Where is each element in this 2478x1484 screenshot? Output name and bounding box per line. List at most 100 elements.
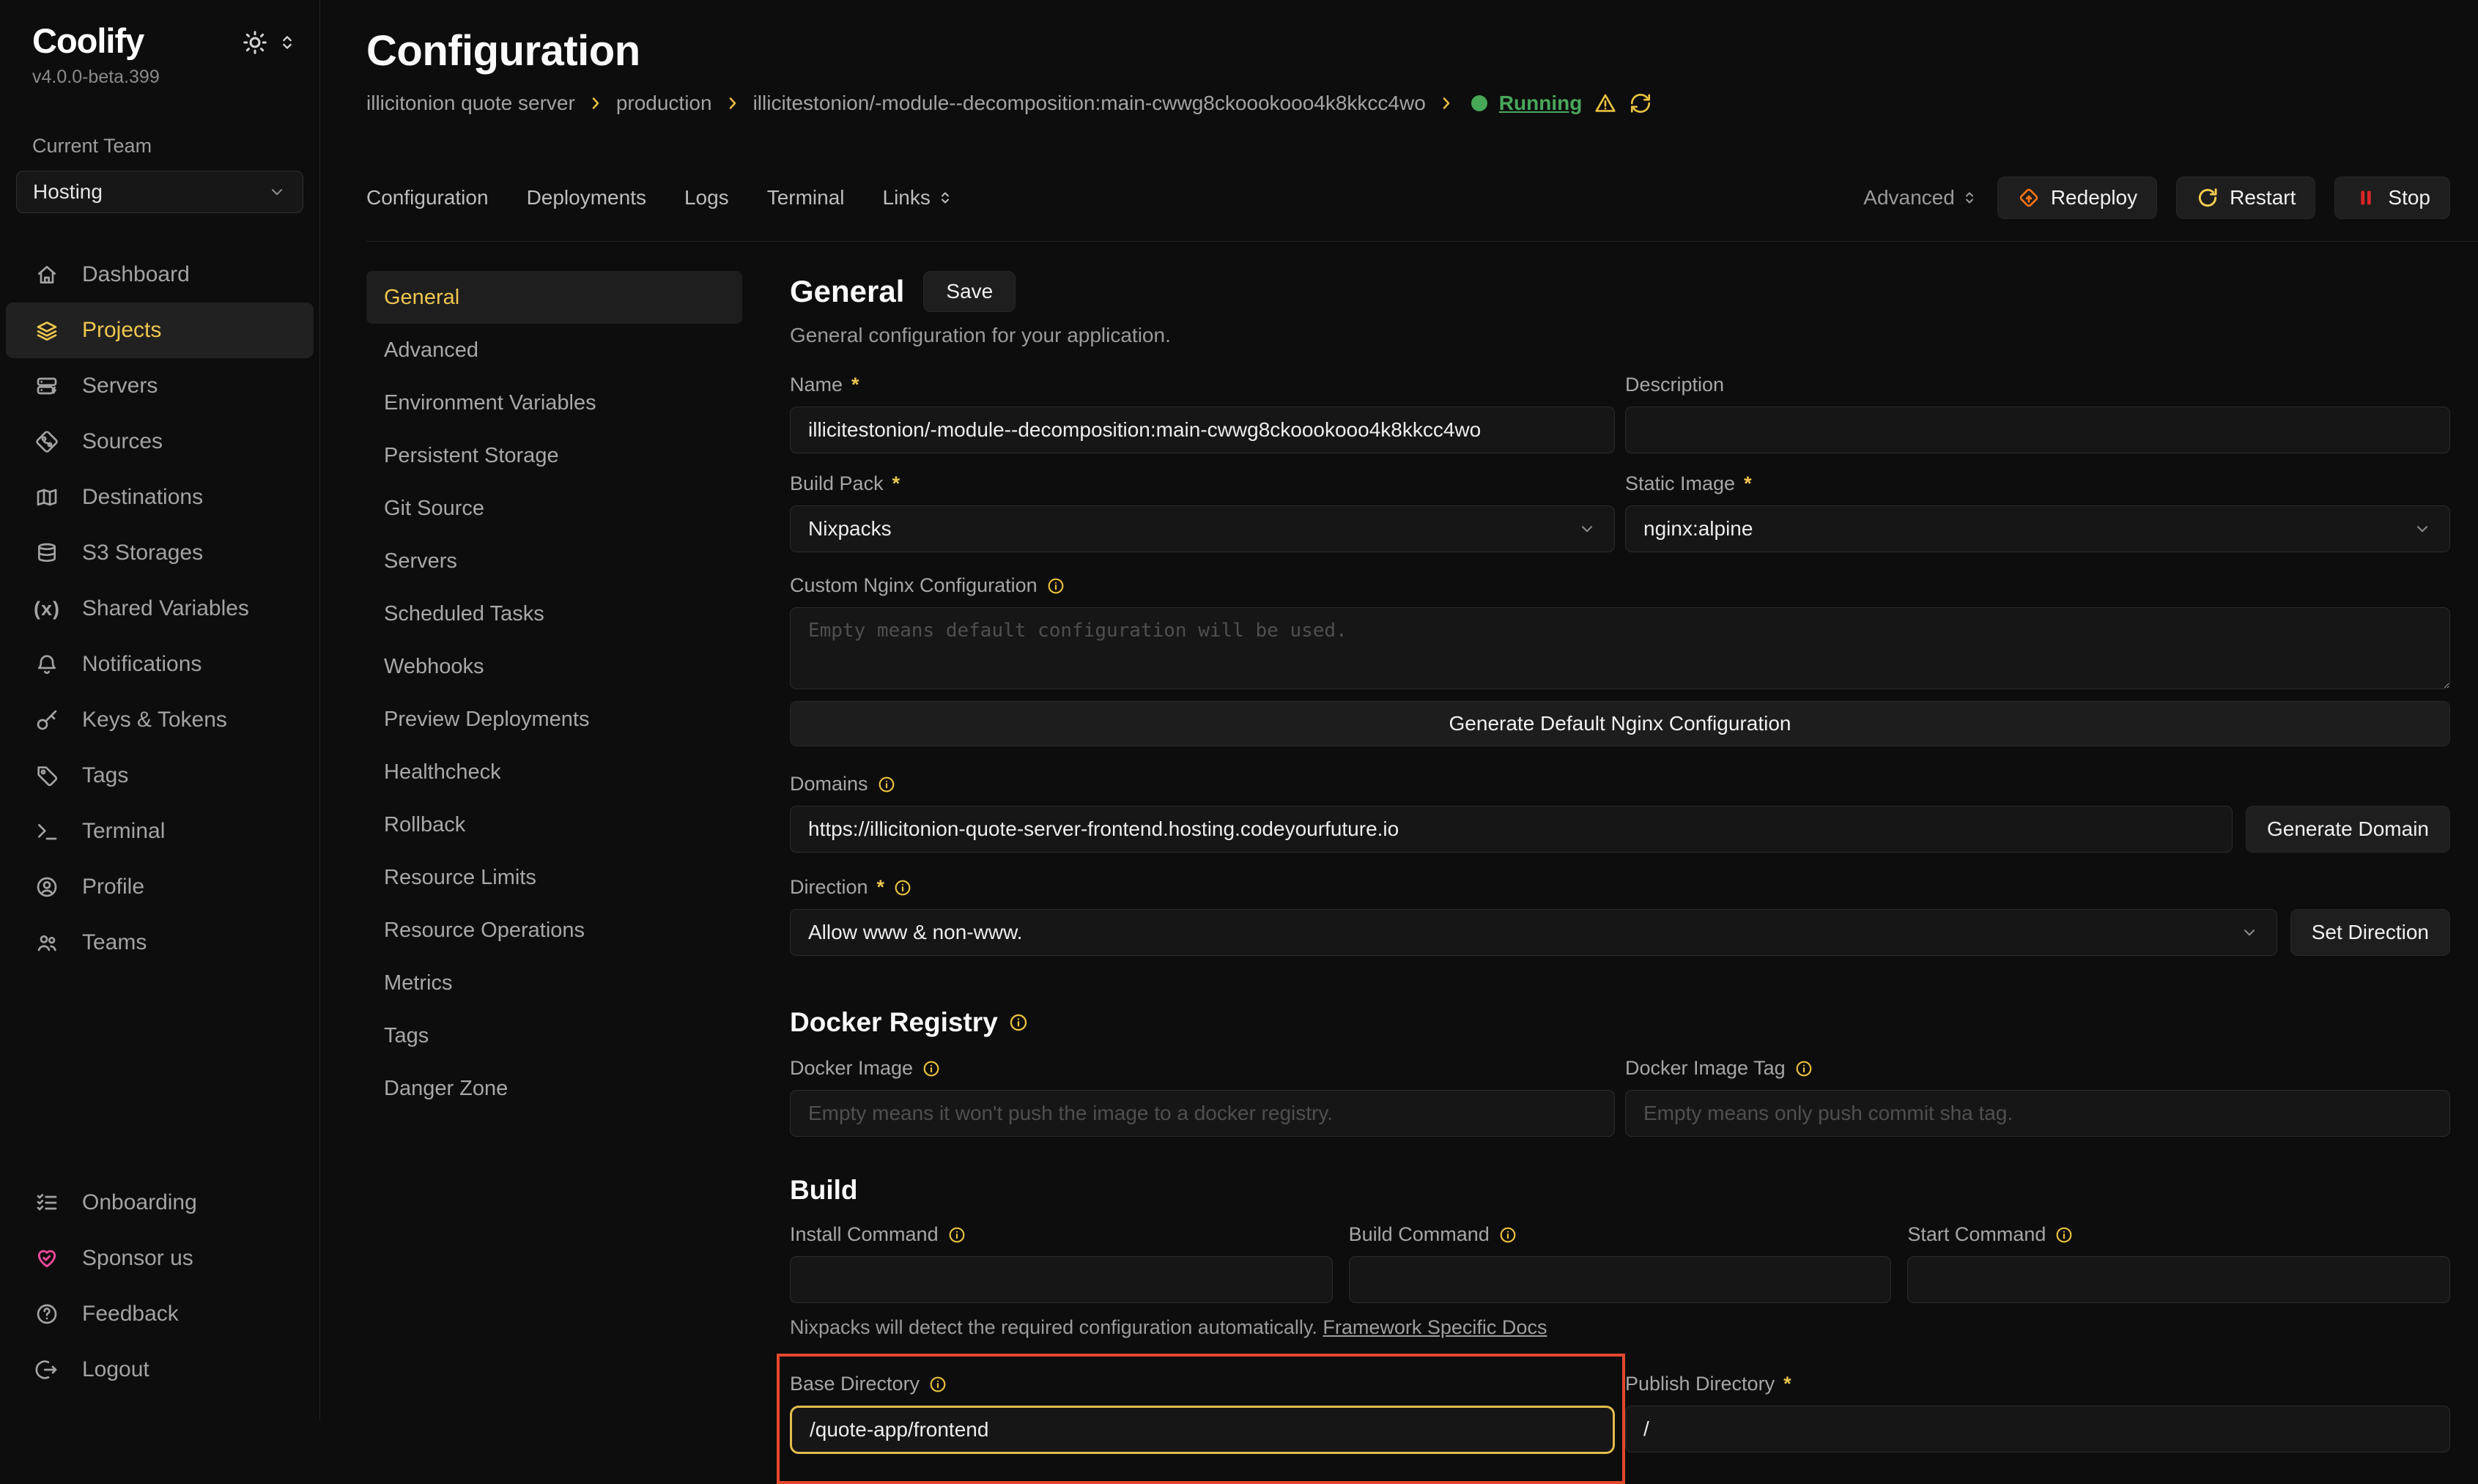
generate-nginx-button[interactable]: Generate Default Nginx Configuration [790, 701, 2450, 746]
info-icon[interactable] [877, 775, 896, 794]
subnav-item-resource-operations[interactable]: Resource Operations [366, 904, 742, 957]
subnav-item-rollback[interactable]: Rollback [366, 798, 742, 851]
required-marker: * [1783, 1373, 1791, 1395]
users-icon [32, 931, 62, 954]
sidebar-item-sponsor-us[interactable]: Sponsor us [0, 1231, 319, 1286]
static-image-select[interactable]: nginx:alpine [1625, 505, 2450, 552]
docker-image-tag-input[interactable] [1625, 1090, 2450, 1137]
git-source-icon [32, 430, 62, 453]
save-button[interactable]: Save [923, 271, 1016, 312]
sidebar-item-terminal[interactable]: Terminal [0, 804, 319, 859]
sidebar-nav: Dashboard Projects Servers Sources Desti… [0, 247, 319, 971]
breadcrumb-project[interactable]: illicitonion quote server [366, 92, 575, 115]
status-running-link[interactable]: Running [1499, 92, 1583, 115]
info-icon[interactable] [893, 878, 912, 897]
sidebar-item-destinations[interactable]: Destinations [0, 470, 319, 525]
subnav-item-webhooks[interactable]: Webhooks [366, 640, 742, 693]
sidebar-item-shared-variables[interactable]: (x) Shared Variables [0, 581, 319, 637]
subnav-item-general[interactable]: General [366, 271, 742, 324]
install-command-input[interactable] [790, 1256, 1333, 1303]
info-icon[interactable] [1008, 1012, 1029, 1033]
start-command-input[interactable] [1907, 1256, 2450, 1303]
sidebar-item-label: Feedback [82, 1302, 179, 1327]
help-circle-icon [32, 1302, 62, 1326]
tab-actions: Advanced Redeploy Restart Stop [1863, 177, 2450, 219]
info-icon[interactable] [2054, 1225, 2074, 1244]
info-icon[interactable] [1498, 1225, 1517, 1244]
publish-directory-input[interactable] [1625, 1406, 2450, 1453]
tab-logs[interactable]: Logs [684, 186, 729, 209]
subnav-item-metrics[interactable]: Metrics [366, 957, 742, 1009]
stop-button[interactable]: Stop [2334, 177, 2450, 219]
section-heading-general: General [790, 274, 904, 309]
subnav-item-healthcheck[interactable]: Healthcheck [366, 746, 742, 798]
sidebar-item-servers[interactable]: Servers [0, 358, 319, 414]
subnav-item-persistent-storage[interactable]: Persistent Storage [366, 429, 742, 482]
build-command-input[interactable] [1349, 1256, 1892, 1303]
sidebar-item-tags[interactable]: Tags [0, 748, 319, 804]
chevron-right-icon [1438, 94, 1455, 112]
config-subnav: General Advanced Environment Variables P… [366, 271, 742, 1420]
advanced-dropdown[interactable]: Advanced [1863, 186, 1978, 209]
chevron-right-icon [724, 94, 741, 112]
direction-select[interactable]: Allow www & non-www. [790, 909, 2277, 956]
docker-image-input[interactable] [790, 1090, 1615, 1137]
info-icon[interactable] [1046, 576, 1065, 596]
sidebar-item-keys-tokens[interactable]: Keys & Tokens [0, 692, 319, 748]
sidebar-item-profile[interactable]: Profile [0, 859, 319, 915]
sidebar-item-teams[interactable]: Teams [0, 915, 319, 971]
subnav-item-scheduled-tasks[interactable]: Scheduled Tasks [366, 587, 742, 640]
description-input[interactable] [1625, 407, 2450, 453]
subnav-item-danger-zone[interactable]: Danger Zone [366, 1062, 742, 1115]
required-marker: * [1744, 472, 1752, 495]
subnav-item-environment-variables[interactable]: Environment Variables [366, 376, 742, 429]
sidebar-item-label: Tags [82, 763, 128, 788]
info-icon[interactable] [947, 1225, 966, 1244]
page-title: Configuration [366, 26, 2478, 75]
theme-chevrons-icon[interactable] [277, 32, 297, 53]
breadcrumb-application[interactable]: illicitestonion/-module--decomposition:m… [753, 92, 1426, 115]
info-icon[interactable] [922, 1059, 941, 1078]
subnav-item-preview-deployments[interactable]: Preview Deployments [366, 693, 742, 746]
sidebar-item-sources[interactable]: Sources [0, 414, 319, 470]
sidebar-item-feedback[interactable]: Feedback [0, 1286, 319, 1342]
subnav-item-tags[interactable]: Tags [366, 1009, 742, 1062]
subnav-item-advanced[interactable]: Advanced [366, 324, 742, 376]
framework-docs-link[interactable]: Framework Specific Docs [1323, 1316, 1547, 1338]
tab-terminal[interactable]: Terminal [767, 186, 845, 209]
direction-label: Direction [790, 876, 868, 899]
status-dot [1471, 95, 1487, 111]
info-icon[interactable] [928, 1375, 947, 1394]
info-icon[interactable] [1794, 1059, 1813, 1078]
sidebar-item-logout[interactable]: Logout [0, 1342, 319, 1398]
subnav-item-servers[interactable]: Servers [366, 535, 742, 587]
sidebar-item-onboarding[interactable]: Onboarding [0, 1175, 319, 1231]
redeploy-icon [2017, 186, 2041, 209]
breadcrumb-environment[interactable]: production [616, 92, 712, 115]
base-directory-input[interactable] [790, 1406, 1615, 1454]
generate-domain-button[interactable]: Generate Domain [2246, 806, 2450, 853]
subnav-item-resource-limits[interactable]: Resource Limits [366, 851, 742, 904]
team-select[interactable]: Hosting [16, 171, 303, 213]
sidebar-item-notifications[interactable]: Notifications [0, 637, 319, 692]
sidebar-item-projects[interactable]: Projects [6, 303, 314, 358]
domains-input[interactable] [790, 806, 2233, 853]
warning-icon[interactable] [1594, 92, 1617, 115]
subnav-item-git-source[interactable]: Git Source [366, 482, 742, 535]
tab-configuration[interactable]: Configuration [366, 186, 489, 209]
build-pack-select[interactable]: Nixpacks [790, 505, 1615, 552]
set-direction-button[interactable]: Set Direction [2290, 909, 2450, 956]
app-logo[interactable]: Coolify [32, 21, 160, 61]
tab-deployments[interactable]: Deployments [527, 186, 646, 209]
theme-sun-icon[interactable] [242, 29, 268, 56]
refresh-icon[interactable] [1629, 92, 1652, 115]
layers-icon [32, 319, 62, 342]
sidebar-item-label: S3 Storages [82, 541, 203, 565]
redeploy-button[interactable]: Redeploy [1997, 177, 2157, 219]
restart-button[interactable]: Restart [2176, 177, 2315, 219]
custom-nginx-textarea[interactable] [790, 607, 2450, 689]
tab-links-dropdown[interactable]: Links [883, 186, 954, 209]
sidebar-item-s3-storages[interactable]: S3 Storages [0, 525, 319, 581]
name-input[interactable] [790, 407, 1615, 453]
sidebar-item-dashboard[interactable]: Dashboard [0, 247, 319, 303]
